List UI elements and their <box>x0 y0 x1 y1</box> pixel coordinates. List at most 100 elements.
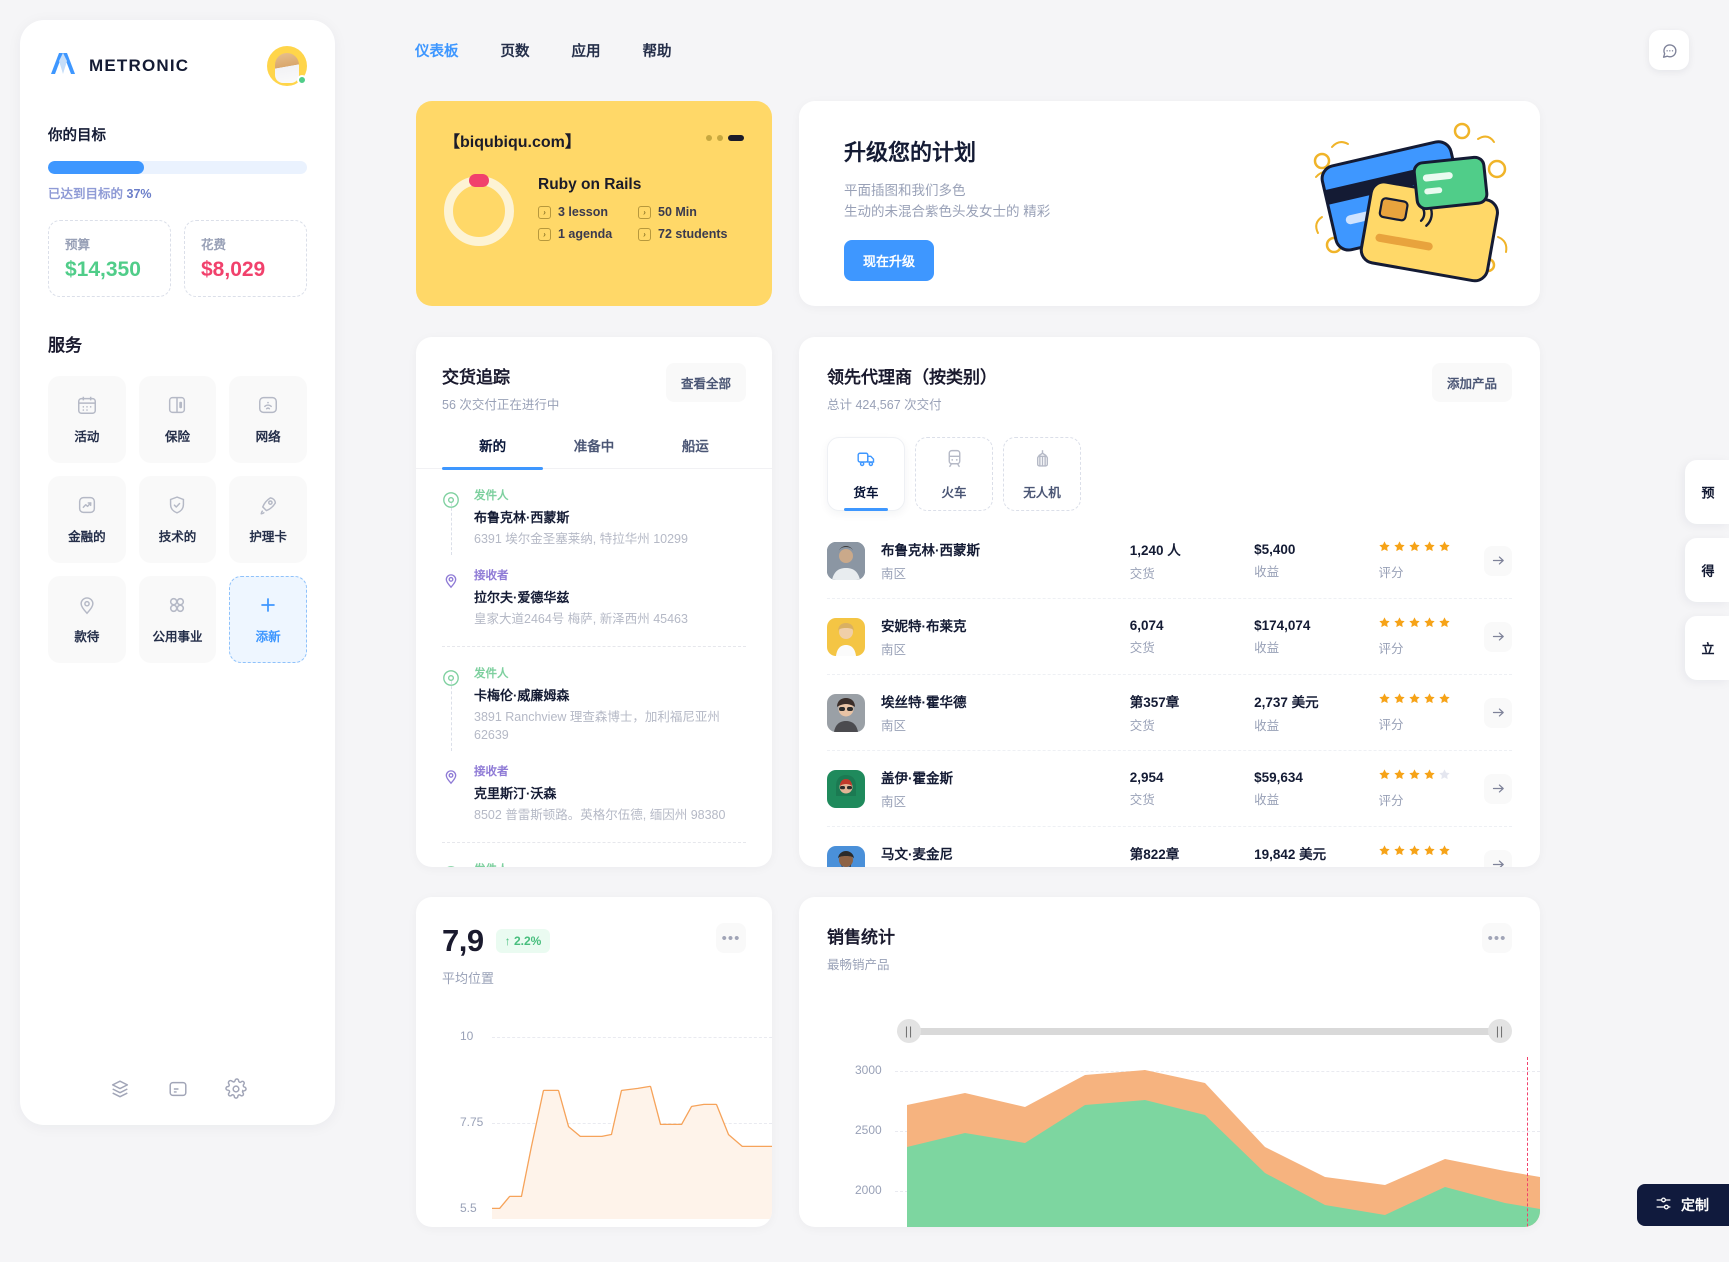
gear-icon[interactable] <box>224 1078 247 1100</box>
delivery-leg: 发件人 卡梅伦·威廉姆森 3891 Ranchview 理查森博士，加利福尼亚州… <box>442 647 746 751</box>
peek-label: 得 <box>1699 563 1715 577</box>
avatar <box>827 845 865 867</box>
carousel-dot[interactable] <box>717 135 723 141</box>
agent-revenue-cell: 19,842 美元 收益 <box>1254 843 1378 867</box>
book-icon <box>166 394 188 416</box>
course-meta-students: › 72 students <box>638 227 727 241</box>
rocket-icon <box>257 494 279 516</box>
arrow-right-icon[interactable] <box>1484 773 1513 804</box>
category-drone[interactable]: 无人机 <box>1003 437 1081 511</box>
arrow-right-icon[interactable] <box>1484 697 1513 728</box>
origin-pin-icon <box>442 491 460 509</box>
chat-icon[interactable] <box>1649 30 1689 70</box>
arrow-right-icon[interactable] <box>1484 849 1513 867</box>
carousel-dot-active[interactable] <box>728 135 744 141</box>
slider-handle-left[interactable]: || <box>897 1019 921 1043</box>
avg-header: 7,9 ↑ 2.2% 平均位置 ••• <box>442 923 746 987</box>
agent-delivery-value: 2,954 <box>1129 769 1164 785</box>
agent-revenue-cell: $174,074 收益 <box>1254 618 1378 656</box>
layers-icon[interactable] <box>109 1078 131 1100</box>
service-tile-insurance[interactable]: 保险 <box>138 376 217 463</box>
agent-rating-cell: 评分 <box>1378 844 1484 867</box>
service-tile-carecard[interactable]: 护理卡 <box>229 476 307 563</box>
leg-name: 拉尔夫·爱德华兹 <box>474 589 570 605</box>
agent-rating-label: 评分 <box>1378 718 1404 732</box>
delivery-leg: 发件人 阿尔伯特·弗洛雷斯 <box>442 843 746 867</box>
star-icon <box>1423 616 1436 634</box>
nav-help[interactable]: 帮助 <box>641 36 674 65</box>
goal-title: 你的目标 <box>48 128 106 144</box>
leg-address: 6391 埃尔金圣塞莱纳, 特拉华州 10299 <box>474 532 688 546</box>
metronic-logo-icon <box>48 50 78 82</box>
service-tile-financial[interactable]: 金融的 <box>48 476 126 563</box>
nav-dashboard[interactable]: 仪表板 <box>413 36 461 65</box>
carousel-dot[interactable] <box>706 135 712 141</box>
agent-name: 安妮特·布莱克 <box>881 619 967 634</box>
goal-progress-prefix: 已达到目标的 <box>48 187 124 201</box>
tab-shipping[interactable]: 船运 <box>645 435 746 468</box>
sales-subtitle: 最畅销产品 <box>827 958 890 972</box>
star-rating <box>1378 616 1484 634</box>
category-truck[interactable]: 货车 <box>827 437 905 511</box>
agent-identity: 马文·麦金尼 南区 <box>881 843 1130 867</box>
service-tile-network[interactable]: 网络 <box>229 376 307 463</box>
agent-delivery-cell: 第822章 交货 <box>1130 843 1254 867</box>
peek-panel-1[interactable]: 预 <box>1685 460 1729 524</box>
service-label: 金融的 <box>68 530 106 544</box>
brand[interactable]: METRONIC <box>48 50 189 82</box>
arrow-right-icon[interactable] <box>1484 621 1513 652</box>
customize-button[interactable]: 定制 <box>1637 1184 1729 1226</box>
delivery-leg: 接收者 克里斯汀·沃森 8502 普雷斯顿路。英格尔伍德, 缅因州 98380 <box>442 745 746 825</box>
stat-budget-value: $14,350 <box>65 258 141 281</box>
course-meta-lessons: › 3 lesson <box>538 205 638 219</box>
more-options-icon[interactable]: ••• <box>1482 923 1512 953</box>
leg-role: 接收者 <box>474 569 509 582</box>
service-tile-hospitality[interactable]: 款待 <box>48 576 126 663</box>
add-product-button[interactable]: 添加产品 <box>1431 363 1512 402</box>
agent-name: 布鲁克林·西蒙斯 <box>881 543 980 558</box>
service-tile-add-new[interactable]: 添新 <box>229 576 307 663</box>
leading-agents-card: 领先代理商（按类别） 总计 424,567 次交付 添加产品 货车 火车 无人机… <box>799 337 1540 867</box>
course-meta-duration: › 50 Min <box>638 205 727 219</box>
agents-heading-group: 领先代理商（按类别） 总计 424,567 次交付 <box>827 363 997 413</box>
agent-revenue-cell: $59,634 收益 <box>1254 770 1378 808</box>
nav-apps[interactable]: 应用 <box>570 36 603 65</box>
wallet-cards-illustration <box>1292 117 1512 292</box>
carousel-dots[interactable] <box>706 128 744 141</box>
agent-revenue-label: 收益 <box>1254 564 1280 579</box>
agent-rating-label: 评分 <box>1378 794 1404 808</box>
customize-label: 定制 <box>1681 1197 1709 1213</box>
peek-panel-2[interactable]: 得 <box>1685 538 1729 602</box>
sidebar-footer <box>20 1078 335 1100</box>
user-avatar[interactable] <box>267 46 307 86</box>
slider-handle-right[interactable]: || <box>1488 1019 1512 1043</box>
tab-preparing[interactable]: 准备中 <box>543 435 644 468</box>
category-train[interactable]: 火车 <box>915 437 993 511</box>
agent-name: 埃丝特·霍华德 <box>881 695 967 710</box>
star-rating <box>1378 768 1484 786</box>
star-icon <box>1393 540 1406 558</box>
slider-track[interactable] <box>897 1028 1504 1035</box>
more-options-icon[interactable]: ••• <box>716 923 746 953</box>
services-title: 服务 <box>48 336 82 355</box>
dashboard-page: METRONIC 你的目标 已达到目标的 37% 预算 $14,350 花费 $… <box>0 0 1729 1262</box>
plus-icon <box>257 594 279 616</box>
view-all-button[interactable]: 查看全部 <box>665 363 746 402</box>
tab-new[interactable]: 新的 <box>442 435 544 470</box>
nav-pages[interactable]: 页数 <box>499 36 532 65</box>
sales-range-slider[interactable]: || || <box>827 1019 1512 1043</box>
goal-progress-label: 已达到目标的 37% <box>48 183 307 202</box>
avatar <box>827 693 865 732</box>
agents-header: 领先代理商（按类别） 总计 424,567 次交付 添加产品 <box>827 363 1512 413</box>
agent-region: 南区 <box>881 795 907 809</box>
truck-icon <box>856 448 877 474</box>
arrow-right-icon[interactable] <box>1484 545 1513 576</box>
upgrade-now-button[interactable]: 现在升级 <box>844 239 935 281</box>
service-tile-activity[interactable]: 活动 <box>48 376 126 463</box>
service-tile-technical[interactable]: 技术的 <box>138 476 217 563</box>
document-icon[interactable] <box>167 1078 189 1100</box>
star-icon <box>1423 844 1436 862</box>
peek-panel-3[interactable]: 立 <box>1685 616 1729 680</box>
service-tile-utilities[interactable]: 公用事业 <box>138 576 217 663</box>
agent-region: 南区 <box>881 567 907 581</box>
